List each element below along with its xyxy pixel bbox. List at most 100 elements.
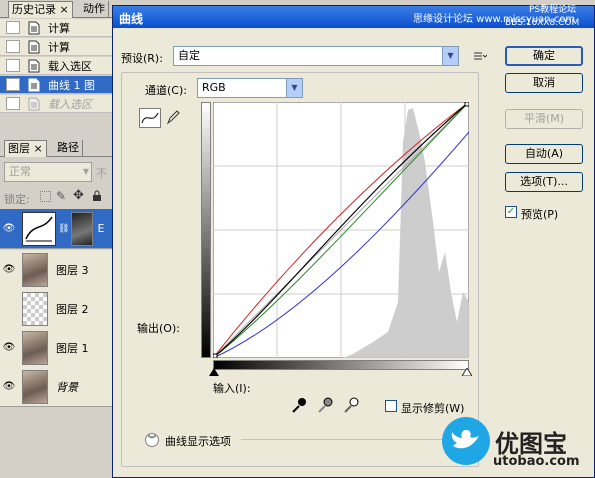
white-point-slider-icon[interactable]	[462, 368, 472, 376]
document-icon	[28, 59, 40, 72]
history-item-label: 载入选区	[48, 59, 92, 73]
black-point-slider-icon[interactable]	[209, 368, 219, 376]
tab-paths[interactable]: 路径	[54, 140, 83, 157]
smooth-button[interactable]: 平滑(M)	[505, 109, 583, 129]
history-item[interactable]: 计算	[0, 38, 112, 56]
document-icon	[28, 97, 40, 110]
input-gradient-bar	[213, 360, 469, 370]
history-item[interactable]: 载入选区	[0, 57, 112, 75]
chevron-down-icon: ▼	[286, 79, 302, 97]
bird-logo-icon	[442, 417, 490, 465]
lock-icon[interactable]	[92, 190, 102, 202]
preset-select[interactable]: 自定 ▼	[173, 46, 459, 66]
cancel-button-label: 取消	[533, 76, 555, 89]
lock-label: 锁定:	[4, 193, 30, 206]
eye-icon[interactable]: 👁	[0, 223, 18, 234]
document-icon	[28, 40, 40, 53]
opacity-label: 不	[96, 167, 107, 180]
history-checkbox[interactable]	[6, 59, 20, 72]
layer-thumbnail	[22, 252, 48, 287]
preset-label: 预设(R):	[121, 52, 163, 65]
chain-icon: ⛓	[58, 223, 70, 234]
chevron-down-icon: ▼	[82, 167, 89, 176]
curve-point-tool-button[interactable]	[139, 108, 161, 128]
lock-transparent-icon[interactable]	[40, 191, 51, 202]
tab-layers-label: 图层	[8, 142, 30, 155]
curve-endpoint	[213, 353, 218, 358]
eye-icon[interactable]: 👁	[0, 381, 18, 392]
auto-button-label: 自动(A)	[524, 147, 564, 160]
curve-options-label: 曲线显示选项	[165, 435, 231, 448]
history-item-label: 载入选区	[48, 97, 92, 111]
preview-checkbox[interactable]: ✓	[505, 206, 517, 218]
history-item[interactable]: 计算	[0, 19, 112, 37]
gray-eyedropper-icon[interactable]	[317, 396, 333, 414]
eye-icon[interactable]: 👁	[0, 342, 18, 353]
auto-button[interactable]: 自动(A)	[505, 144, 583, 164]
ok-button[interactable]: 确定	[505, 46, 583, 66]
chevron-down-icon: ︾	[148, 435, 156, 444]
curve-tool-icon	[141, 112, 159, 124]
curves-dialog: 曲线 思缘设计论坛 www.missyuan.com PS教程论坛 BBS.16…	[112, 5, 595, 478]
layer-name: 图层 2	[56, 302, 89, 316]
preset-menu-icon[interactable]	[473, 50, 487, 62]
layer-row[interactable]: 图层 2	[0, 289, 112, 329]
layer-row[interactable]: 👁 图层 1	[0, 328, 112, 368]
tab-paths-label: 路径	[57, 141, 79, 154]
document-icon	[28, 78, 40, 91]
history-item-label: 计算	[48, 21, 70, 35]
layer-name: 图层 3	[56, 263, 89, 277]
history-item-label: 曲线 1 图	[48, 78, 95, 92]
history-item[interactable]: 载入选区	[0, 95, 112, 113]
brush-icon[interactable]: ✎	[56, 189, 66, 203]
expand-options-button[interactable]: ︾	[145, 433, 159, 447]
output-label: 输出(O):	[137, 322, 180, 335]
layer-row-curves[interactable]: 👁 ⛓ E	[0, 209, 112, 249]
document-icon	[28, 21, 40, 34]
watermark-text: BBS.16XX8.COM	[505, 18, 580, 28]
smooth-button-label: 平滑(M)	[523, 112, 565, 125]
show-clipping-label: 显示修剪(W)	[401, 402, 465, 415]
history-item-selected[interactable]: 曲线 1 图	[0, 76, 112, 94]
layer-thumbnail	[22, 369, 48, 404]
layer-thumbnail	[22, 291, 48, 326]
black-eyedropper-icon[interactable]	[291, 396, 307, 414]
tab-layers[interactable]: 图层 ×	[4, 140, 47, 157]
left-panels: 历史记录 × 动作 计算 计算 载入选区 曲线 1 图 载入选区 图层 × 路径…	[0, 0, 112, 478]
dialog-title: 曲线	[119, 12, 144, 26]
options-divider	[241, 439, 473, 440]
show-clipping-checkbox[interactable]	[385, 400, 397, 412]
history-checkbox[interactable]	[6, 97, 20, 110]
ok-button-label: 确定	[533, 49, 555, 62]
layers-tabs: 图层 × 路径	[0, 139, 112, 157]
layer-row[interactable]: 👁 背景	[0, 367, 112, 407]
move-icon[interactable]: ✥	[73, 188, 84, 203]
options-button[interactable]: 选项(T)...	[505, 172, 583, 192]
tab-history[interactable]: 历史记录 ×	[8, 1, 73, 18]
preset-value: 自定	[178, 49, 200, 62]
tab-actions[interactable]: 动作	[80, 1, 109, 18]
blend-mode-select[interactable]: 正常 ▼	[4, 162, 92, 182]
channel-select[interactable]: RGB ▼	[197, 78, 303, 98]
history-tabs: 历史记录 × 动作	[0, 0, 112, 18]
curves-adjustment-icon	[22, 211, 56, 246]
pencil-icon[interactable]	[165, 108, 181, 126]
close-icon[interactable]: ×	[60, 3, 69, 16]
layer-name: 背景	[56, 380, 78, 394]
white-eyedropper-icon[interactable]	[343, 396, 359, 414]
history-checkbox[interactable]	[6, 21, 20, 34]
channel-value: RGB	[202, 81, 226, 94]
cancel-button[interactable]: 取消	[505, 73, 583, 93]
history-item-label: 计算	[48, 40, 70, 54]
curves-graph[interactable]	[213, 102, 469, 358]
history-checkbox[interactable]	[6, 40, 20, 53]
layer-mask-thumbnail	[71, 211, 94, 246]
layer-thumbnail	[22, 330, 48, 365]
close-icon[interactable]: ×	[34, 142, 43, 155]
layer-row[interactable]: 👁 图层 3	[0, 250, 112, 290]
output-gradient-bar	[201, 102, 211, 358]
layer-name: 图层 1	[56, 341, 89, 355]
channel-label: 通道(C):	[145, 84, 187, 97]
history-checkbox[interactable]	[6, 78, 20, 91]
eye-icon[interactable]: 👁	[0, 264, 18, 275]
